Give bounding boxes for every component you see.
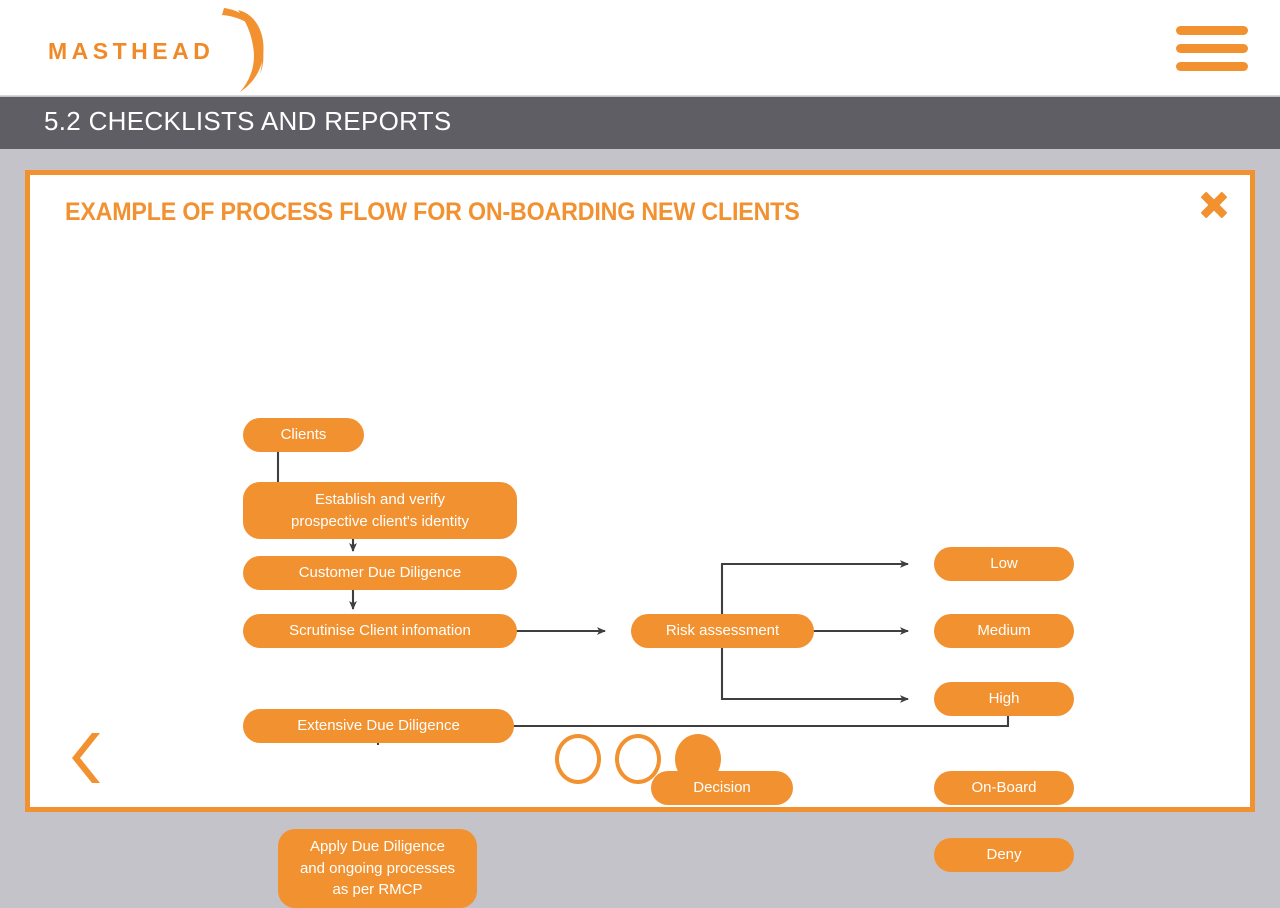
card-title: EXAMPLE OF PROCESS FLOW FOR ON-BOARDING … <box>65 198 800 226</box>
pagination-dot-1[interactable] <box>555 734 601 784</box>
hamburger-bar-2 <box>1176 44 1248 53</box>
node-clients[interactable]: Clients <box>243 418 364 452</box>
node-label: On-Board <box>971 779 1037 797</box>
logo-wordmark: MASTHEAD <box>48 38 215 64</box>
node-label: Decision <box>693 779 751 797</box>
section-title-bar: 5.2 CHECKLISTS AND REPORTS <box>0 97 1280 149</box>
hamburger-menu-icon[interactable] <box>1176 26 1248 72</box>
swoosh-crescent-icon <box>222 8 264 92</box>
flow-connectors <box>276 452 1010 745</box>
edge-high-extensive <box>488 716 1010 730</box>
node-label: Medium <box>977 622 1031 640</box>
node-apply-due-diligence-rmcp[interactable]: Apply Due Diligence and ongoing processes… <box>278 829 477 908</box>
page-title: 5.2 CHECKLISTS AND REPORTS <box>44 106 452 136</box>
node-extensive-due-diligence[interactable]: Extensive Due Diligence <box>243 709 514 743</box>
node-label: Deny <box>986 846 1022 864</box>
node-establish-verify[interactable]: Establish and verify prospective client's… <box>243 482 517 539</box>
node-label: Clients <box>280 426 327 444</box>
node-label: Customer Due Diligence <box>298 564 462 582</box>
masthead-logo[interactable]: MASTHEAD <box>40 8 270 92</box>
node-scrutinise-client-information[interactable]: Scrutinise Client infomation <box>243 614 517 648</box>
node-high[interactable]: High <box>934 682 1074 716</box>
node-risk-assessment[interactable]: Risk assessment <box>631 614 814 648</box>
node-label: Apply Due Diligence and ongoing processes… <box>299 837 456 899</box>
close-icon[interactable] <box>1197 188 1231 222</box>
hamburger-bar-3 <box>1176 62 1248 71</box>
chevron-left-icon[interactable] <box>70 731 104 785</box>
node-low[interactable]: Low <box>934 547 1074 581</box>
node-medium[interactable]: Medium <box>934 614 1074 648</box>
node-on-board[interactable]: On-Board <box>934 771 1074 805</box>
node-label: Establish and verify prospective client's… <box>291 490 469 530</box>
node-label: Extensive Due Diligence <box>297 717 460 735</box>
hamburger-bar-1 <box>1176 26 1248 35</box>
node-label: Risk assessment <box>665 622 780 640</box>
node-label: Scrutinise Client infomation <box>289 622 471 640</box>
node-label: Low <box>990 555 1018 573</box>
node-deny[interactable]: Deny <box>934 838 1074 872</box>
node-customer-due-diligence[interactable]: Customer Due Diligence <box>243 556 517 590</box>
app-header: MASTHEAD <box>0 0 1280 96</box>
node-decision[interactable]: Decision <box>651 771 793 805</box>
process-flow-diagram: Clients Establish and verify prospective … <box>30 225 1250 908</box>
content-card: EXAMPLE OF PROCESS FLOW FOR ON-BOARDING … <box>25 170 1255 908</box>
node-label: High <box>988 690 1020 708</box>
